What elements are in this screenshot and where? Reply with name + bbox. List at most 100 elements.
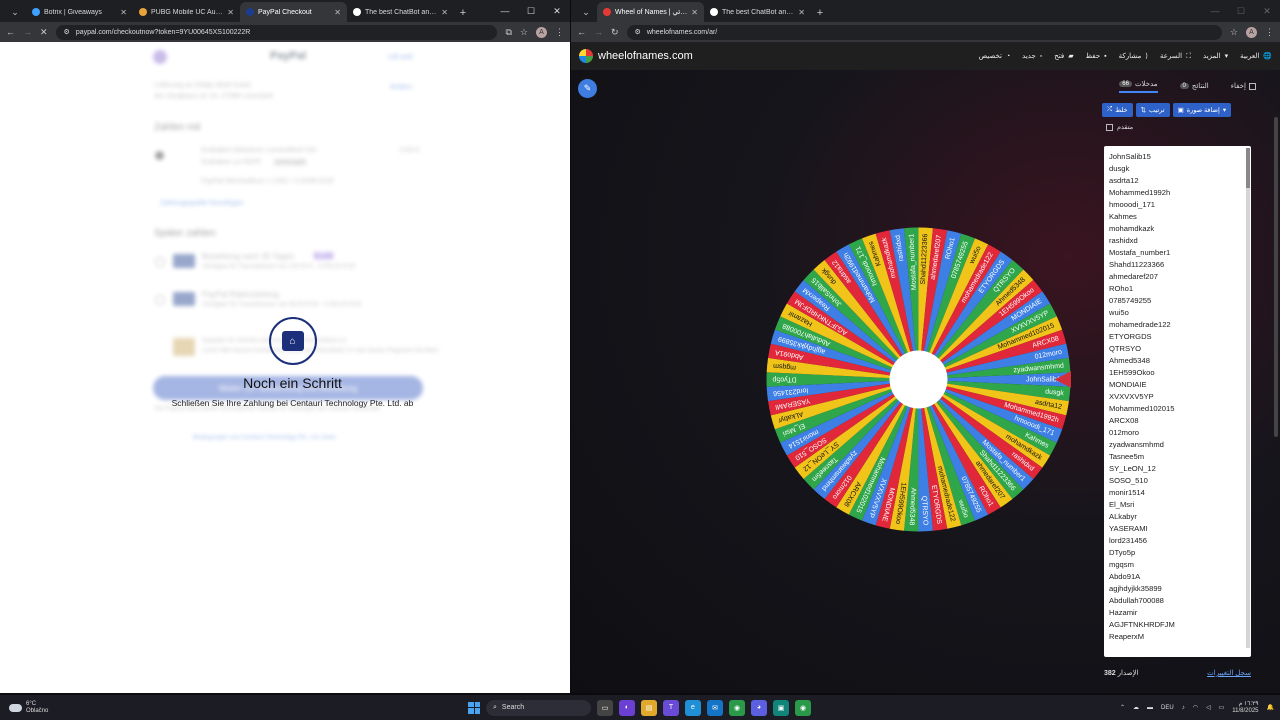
close-tab-icon[interactable]: ✕ bbox=[441, 8, 448, 17]
close-icon[interactable]: ✕ bbox=[544, 0, 570, 22]
maximize-icon[interactable]: ☐ bbox=[1228, 0, 1254, 22]
chevron-up-icon[interactable]: ⌃ bbox=[1120, 704, 1125, 711]
shuffle-button[interactable]: ⤮ خلط bbox=[1102, 103, 1133, 117]
notification-bell-icon[interactable]: 🔔 bbox=[1267, 704, 1274, 711]
task-view-icon[interactable]: ▭ bbox=[597, 699, 613, 716]
file-explorer-icon[interactable]: ▤ bbox=[641, 699, 657, 716]
nav-item-7[interactable]: ◔تخصيص bbox=[979, 52, 1010, 60]
profile-avatar[interactable]: A bbox=[1246, 26, 1257, 38]
ship-change-link[interactable]: Ändern bbox=[390, 84, 413, 91]
translate-icon[interactable]: ⧉ bbox=[505, 27, 511, 38]
right-address-bar: ← → ↻ ⚙ wheelofnames.com/ar/ ☆ A ⋮ bbox=[571, 22, 1280, 42]
network-icon[interactable]: ▬ bbox=[1147, 705, 1153, 711]
nav-item-4[interactable]: ▪حفظ bbox=[1086, 52, 1107, 60]
site-info-icon[interactable]: ⚙ bbox=[635, 28, 641, 36]
add-payment-link[interactable]: Zahlungsquelle hinzufügen bbox=[160, 200, 244, 207]
right-tab-1[interactable]: The best ChatBot and Widgets ✕ bbox=[704, 2, 811, 22]
tab-search-icon[interactable]: ⌄ bbox=[575, 2, 597, 22]
url-field[interactable]: ⚙ wheelofnames.com/ar/ bbox=[626, 24, 1222, 40]
minimize-icon[interactable]: — bbox=[1202, 0, 1228, 22]
hide-label: إخفاء bbox=[1230, 83, 1246, 90]
close-tab-icon[interactable]: ✕ bbox=[691, 8, 698, 17]
copilot-icon[interactable]: ◐ bbox=[619, 699, 635, 716]
name-wheel[interactable]: JohnSalib15dusgkasdrta12Mohammed1992hhmo… bbox=[766, 227, 1071, 532]
add-image-label: إضافة صورة bbox=[1186, 107, 1220, 114]
left-address-bar: ← → ✕ ⚙ paypal.com/checkoutnow?token=9YU… bbox=[0, 22, 570, 42]
wheel-center[interactable] bbox=[889, 350, 948, 409]
hide-checkbox[interactable] bbox=[1249, 82, 1256, 90]
nav-item-2[interactable]: ⛶السرعة bbox=[1160, 52, 1191, 61]
right-tab-0[interactable]: Wheel of Names | اسم العشوائي ✕ bbox=[597, 2, 704, 22]
new-tab-button[interactable]: + bbox=[454, 7, 472, 22]
nav-item-1[interactable]: ▾المزيد bbox=[1203, 52, 1228, 60]
close-tab-icon[interactable]: ✕ bbox=[334, 8, 341, 17]
left-tab-2[interactable]: PayPal Checkout ✕ bbox=[240, 2, 347, 22]
edge-icon[interactable]: e bbox=[685, 699, 701, 716]
new-tab-button[interactable]: + bbox=[811, 7, 829, 22]
entries-textarea[interactable]: JohnSalib15 dusgk asdrta12 Mohammed1992h hmo… bbox=[1104, 146, 1251, 657]
left-tab-0[interactable]: Botrix | Giveaways ✕ bbox=[26, 2, 133, 22]
back-icon[interactable]: ← bbox=[6, 27, 15, 37]
forward-icon[interactable]: → bbox=[23, 27, 32, 37]
taskbar-search[interactable]: ⌕ Search bbox=[486, 699, 591, 716]
chrome-icon[interactable]: ◉ bbox=[729, 699, 745, 716]
entries-scrollbar[interactable] bbox=[1246, 148, 1250, 648]
close-tab-icon[interactable]: ✕ bbox=[120, 8, 127, 17]
bookmark-star-icon[interactable]: ☆ bbox=[520, 27, 528, 38]
pencil-icon[interactable]: ✎ bbox=[578, 79, 597, 98]
close-icon[interactable]: ✕ bbox=[1254, 0, 1280, 22]
battery-icon[interactable]: ▭ bbox=[1219, 704, 1225, 711]
page-scrollbar[interactable] bbox=[1274, 117, 1278, 437]
weather-widget[interactable]: 6°C Oblačno bbox=[0, 701, 48, 715]
minimize-icon[interactable]: — bbox=[492, 0, 518, 22]
advanced-checkbox[interactable] bbox=[1106, 123, 1113, 131]
maximize-icon[interactable]: ☐ bbox=[518, 0, 544, 22]
chrome-profile-icon[interactable]: ◉ bbox=[795, 699, 811, 716]
tab-search-icon[interactable]: ⌄ bbox=[4, 2, 26, 22]
lang-indicator[interactable]: DEU bbox=[1161, 705, 1174, 711]
nav-item-5[interactable]: ▰فتح bbox=[1054, 52, 1073, 60]
left-tab-1[interactable]: PUBG Mobile UC Australia✕ bbox=[133, 2, 240, 22]
balance-radio[interactable] bbox=[155, 151, 164, 160]
onedrive-icon[interactable]: ☁ bbox=[1133, 704, 1139, 711]
forward-icon[interactable]: → bbox=[594, 27, 603, 37]
store-app-icon[interactable]: ▣ bbox=[773, 699, 789, 716]
tab-favicon-icon bbox=[603, 8, 611, 16]
volume-icon[interactable]: ◁ bbox=[1206, 704, 1211, 711]
tab-results[interactable]: النتائج 0 bbox=[1179, 82, 1209, 90]
reload-icon[interactable]: ↻ bbox=[611, 27, 619, 38]
site-info-icon[interactable]: ⚙ bbox=[64, 28, 70, 36]
windows-start-icon[interactable] bbox=[468, 701, 480, 714]
hide-toggle[interactable]: إخفاء bbox=[1231, 82, 1256, 90]
nav-item-0[interactable]: 🌐العربية bbox=[1240, 52, 1272, 60]
fine-print-2[interactable]: Bedingungen von Centauri Technology Pte.… bbox=[193, 435, 336, 441]
stop-icon[interactable]: ✕ bbox=[40, 27, 48, 38]
microphone-icon[interactable]: ♪ bbox=[1182, 705, 1185, 711]
menu-icon[interactable]: ⋮ bbox=[1265, 27, 1274, 38]
mail-icon[interactable]: ✉ bbox=[707, 699, 723, 716]
entry-line: 1EH599Okoo bbox=[1109, 368, 1155, 377]
site-logo[interactable]: wheelofnames.com bbox=[579, 49, 693, 63]
menu-icon[interactable]: ⋮ bbox=[555, 27, 564, 38]
wifi-icon[interactable]: ◠ bbox=[1193, 704, 1198, 711]
later-option-1-radio[interactable] bbox=[155, 257, 165, 267]
later-option-2-radio[interactable] bbox=[155, 295, 165, 305]
tab-entries[interactable]: مدخلات 66 bbox=[1119, 80, 1158, 93]
clock[interactable]: ١٦:٢٩ م 11/8/2025 bbox=[1232, 701, 1258, 715]
back-icon[interactable]: ← bbox=[577, 27, 586, 37]
teams-icon[interactable]: T bbox=[663, 699, 679, 716]
close-tab-icon[interactable]: ✕ bbox=[227, 8, 234, 17]
sort-button[interactable]: ⇅ ترتيب bbox=[1135, 103, 1170, 117]
profile-avatar[interactable]: A bbox=[536, 26, 547, 38]
advanced-toggle[interactable]: متقدم bbox=[1096, 123, 1256, 131]
nav-item-3[interactable]: ⟨مشاركة bbox=[1119, 52, 1148, 60]
discord-icon[interactable]: ◕ bbox=[751, 699, 767, 716]
bookmark-star-icon[interactable]: ☆ bbox=[1230, 27, 1238, 38]
top-right-link[interactable]: Lilli wolt bbox=[388, 54, 413, 61]
left-tab-3[interactable]: The best ChatBot and Widg ✕ bbox=[347, 2, 454, 22]
nav-item-6[interactable]: ▫جديد bbox=[1022, 52, 1042, 60]
changelog-link[interactable]: سجل التغييرات bbox=[1207, 669, 1251, 677]
url-field[interactable]: ⚙ paypal.com/checkoutnow?token=9YU00645X… bbox=[55, 24, 498, 40]
close-tab-icon[interactable]: ✕ bbox=[798, 8, 805, 17]
add-image-button[interactable]: ▣ إضافة صورة ▾ bbox=[1172, 103, 1232, 117]
